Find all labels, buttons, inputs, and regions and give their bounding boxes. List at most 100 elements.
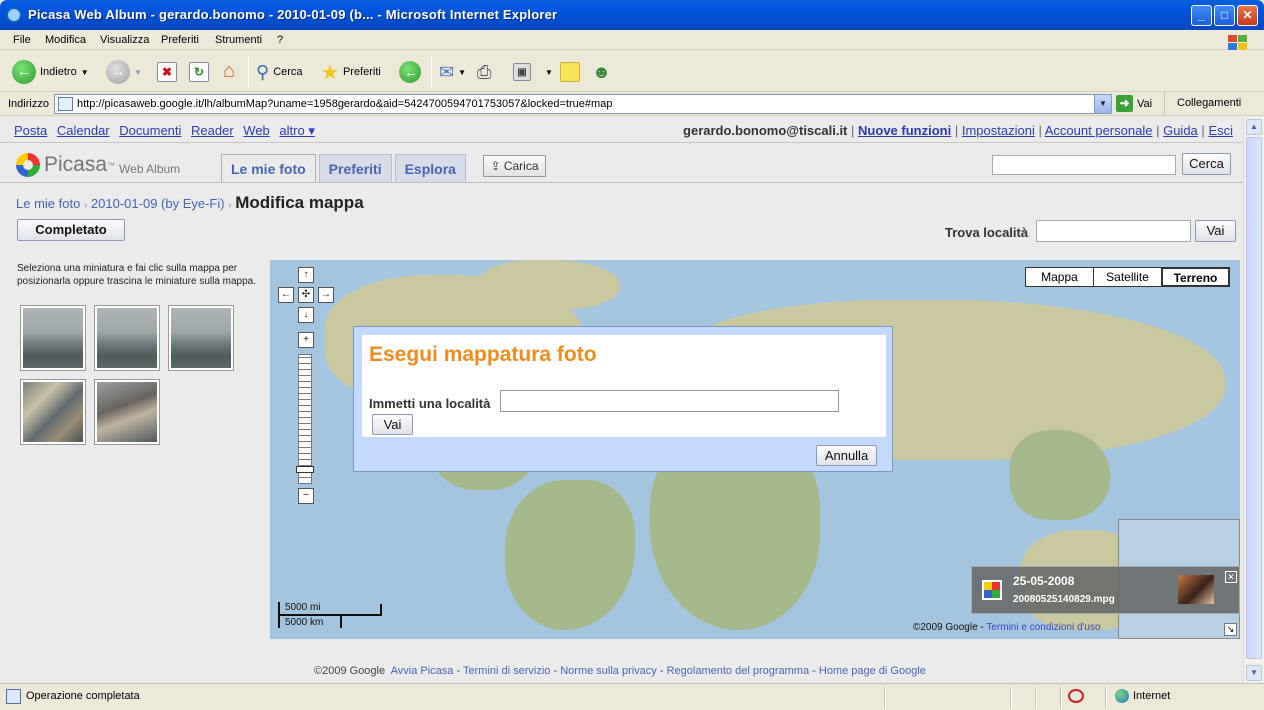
mail-button[interactable]: ✉ ▼ (439, 59, 466, 85)
search-icon: ⚲ (256, 61, 270, 82)
messenger-icon[interactable]: ☻ (592, 62, 611, 83)
go-label: Vai (1137, 97, 1153, 110)
photo-thumbnail[interactable] (20, 379, 86, 445)
south-america-land (505, 480, 635, 630)
links-toolbar[interactable]: Collegamenti (1164, 92, 1241, 116)
pan-center-button[interactable]: ✣ (298, 287, 314, 303)
address-input[interactable]: http://picasaweb.google.it/lh/albumMap?u… (54, 94, 1112, 114)
window-title: Picasa Web Album - gerardo.bonomo - 2010… (28, 7, 558, 22)
tab-explore[interactable]: Esplora (394, 154, 466, 183)
breadcrumb-separator: › (228, 200, 232, 211)
zoom-slider-handle[interactable] (296, 466, 314, 473)
upload-button[interactable]: ⇪ Carica (483, 155, 546, 177)
overview-toggle-button[interactable]: ↘ (1224, 623, 1237, 636)
find-location-button[interactable]: Vai (1195, 220, 1236, 242)
scroll-up-icon[interactable]: ▲ (1246, 119, 1262, 135)
minimize-button[interactable]: _ (1191, 5, 1212, 26)
link-posta[interactable]: Posta (14, 123, 47, 138)
footer-link-privacy[interactable]: Norme sulla privacy (560, 665, 657, 677)
forward-button[interactable]: ▼ (106, 59, 142, 85)
map-terms-link[interactable]: Termini e condizioni d'uso (986, 622, 1100, 633)
location-input[interactable] (500, 390, 839, 412)
back-dropdown-icon[interactable]: ▼ (81, 68, 89, 77)
dialog-cancel-button[interactable]: Annulla (816, 445, 877, 466)
settings-link[interactable]: Impostazioni (962, 123, 1035, 138)
vertical-scrollbar[interactable]: ▲ ▼ (1243, 117, 1264, 683)
scrollbar-thumb[interactable] (1246, 137, 1262, 659)
photo-filename: 20080525140829.mpg (1013, 594, 1115, 605)
pan-right-button[interactable]: → (318, 287, 334, 303)
map-type-satellite[interactable]: Satellite (1093, 267, 1162, 287)
link-web[interactable]: Web (243, 123, 270, 138)
map-type-terreno[interactable]: Terreno (1161, 267, 1230, 287)
zoom-slider-track[interactable] (298, 354, 312, 484)
map-type-mappa[interactable]: Mappa (1025, 267, 1094, 287)
tab-my-photos[interactable]: Le mie foto (221, 154, 316, 183)
dialog-go-button[interactable]: Vai (372, 414, 413, 435)
pan-left-button[interactable]: ← (278, 287, 294, 303)
page-status-icon (6, 689, 21, 704)
internet-zone-icon (1115, 689, 1129, 703)
popup-blocked-icon[interactable] (1068, 689, 1084, 703)
map-scale: 5000 mi 5000 km (278, 602, 382, 630)
search-button[interactable]: ⚲ Cerca (256, 59, 303, 85)
help-link[interactable]: Guida (1163, 123, 1198, 138)
photo-preview (1178, 575, 1214, 604)
edit-dropdown-icon: ▼ (545, 67, 553, 77)
favorites-button[interactable]: ★ Preferiti (321, 59, 381, 85)
link-altro[interactable]: altro ▾ (279, 123, 314, 138)
print-icon[interactable]: ⎙ (477, 62, 491, 83)
pan-down-button[interactable]: ↓ (298, 307, 314, 323)
zoom-in-button[interactable]: + (298, 332, 314, 348)
account-link[interactable]: Account personale (1045, 123, 1153, 138)
history-icon[interactable] (399, 61, 423, 83)
breadcrumb-album[interactable]: 2010-01-09 (by Eye-Fi) (91, 196, 225, 211)
refresh-icon[interactable]: ↻ (189, 62, 209, 82)
logout-link[interactable]: Esci (1208, 123, 1233, 138)
new-features-link[interactable]: Nuove funzioni (858, 123, 951, 138)
home-icon[interactable]: ⌂ (219, 61, 239, 82)
menu-preferiti[interactable]: Preferiti (161, 34, 199, 46)
edit-button[interactable]: ▣ ▼ (513, 59, 553, 85)
picasa-logo[interactable]: Picasa ™ Web Album (16, 152, 180, 178)
footer-link-rules[interactable]: Regolamento del programma (667, 665, 809, 677)
zoom-out-button[interactable]: − (298, 488, 314, 504)
windows-flag-icon (1226, 34, 1248, 51)
favorites-label: Preferiti (342, 66, 381, 78)
close-button[interactable]: ✕ (1237, 5, 1258, 26)
find-location-input[interactable] (1036, 220, 1191, 242)
address-dropdown-icon[interactable]: ▼ (1094, 95, 1111, 113)
menu-strumenti[interactable]: Strumenti (215, 34, 262, 46)
page-title: Modifica mappa (235, 193, 364, 212)
done-button[interactable]: Completato (17, 219, 125, 241)
back-button[interactable]: Indietro ▼ (12, 59, 89, 85)
footer-link-terms[interactable]: Termini di servizio (463, 665, 550, 677)
link-documenti[interactable]: Documenti (119, 123, 181, 138)
note-icon[interactable] (560, 62, 580, 82)
pan-up-button[interactable]: ↑ (298, 267, 314, 283)
go-button[interactable]: ➜ Vai (1116, 95, 1152, 112)
link-calendar[interactable]: Calendar (57, 123, 110, 138)
window-title-bar[interactable]: Picasa Web Album - gerardo.bonomo - 2010… (0, 0, 1264, 30)
menu-help[interactable]: ? (277, 34, 283, 46)
breadcrumb-my-photos[interactable]: Le mie foto (16, 196, 80, 211)
menu-file[interactable]: File (13, 34, 31, 46)
photo-thumbnail[interactable] (94, 305, 160, 371)
picasa-search-input[interactable] (992, 155, 1176, 175)
stop-icon[interactable]: ✖ (157, 62, 177, 82)
separator: | (851, 123, 855, 138)
photo-thumbnail[interactable] (20, 305, 86, 371)
picasa-search-button[interactable]: Cerca (1182, 153, 1231, 175)
footer-link-google-home[interactable]: Home page di Google (819, 665, 926, 677)
photo-thumbnail[interactable] (168, 305, 234, 371)
menu-visualizza[interactable]: Visualizza (100, 34, 149, 46)
link-reader[interactable]: Reader (191, 123, 234, 138)
menu-modifica[interactable]: Modifica (45, 34, 86, 46)
photo-info-close-button[interactable]: ✕ (1225, 571, 1237, 583)
photo-thumbnail[interactable] (94, 379, 160, 445)
tab-favorites[interactable]: Preferiti (318, 154, 392, 183)
maximize-button[interactable]: □ (1214, 5, 1235, 26)
forward-dropdown-icon[interactable]: ▼ (134, 68, 142, 77)
footer-link-picasa[interactable]: Avvia Picasa (391, 665, 454, 677)
scroll-down-icon[interactable]: ▼ (1246, 665, 1262, 681)
